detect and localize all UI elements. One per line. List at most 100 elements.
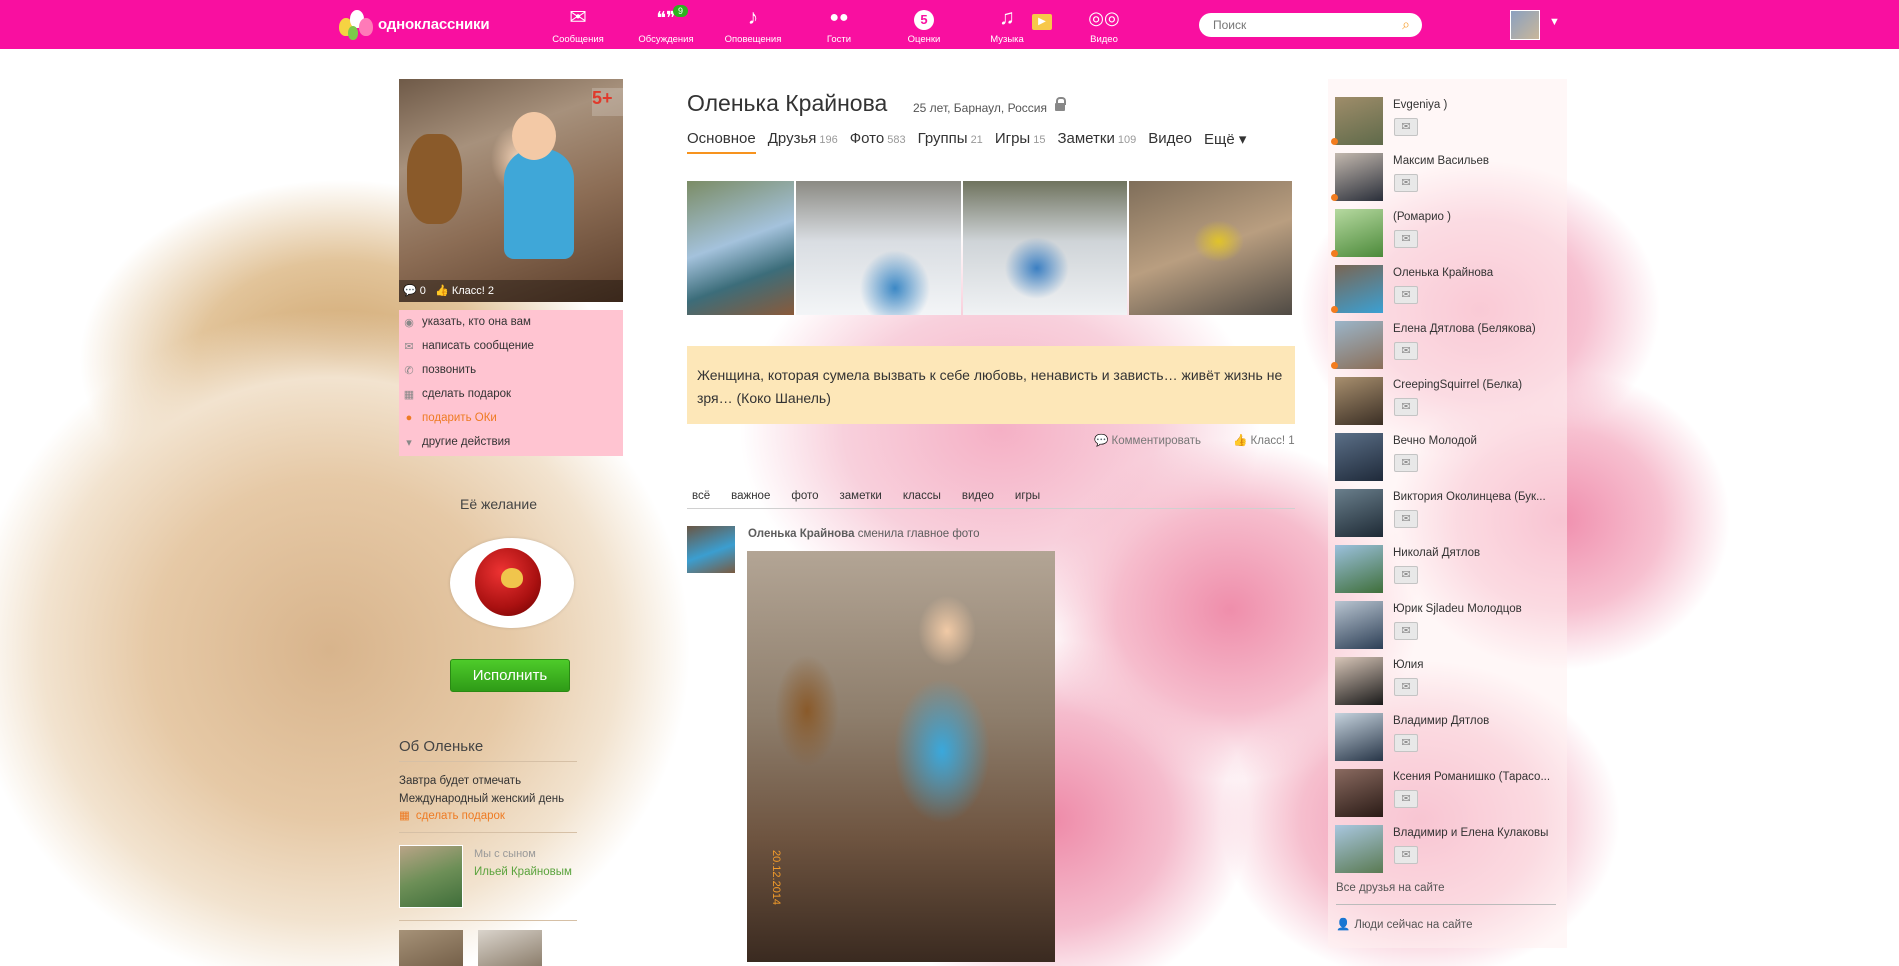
- filter-important[interactable]: важное: [731, 490, 770, 502]
- envelope-icon[interactable]: ✉: [1394, 790, 1418, 808]
- friend-name[interactable]: (Ромарио ): [1393, 211, 1563, 223]
- nav-discussions[interactable]: ❝❞ 9 Обсуждения: [631, 5, 701, 46]
- tab-more[interactable]: Ещё ▾: [1204, 130, 1246, 154]
- friend-item[interactable]: Юрик Sjladeu Молодцов ✉: [1328, 601, 1567, 657]
- envelope-icon[interactable]: ✉: [1394, 454, 1418, 472]
- envelope-icon[interactable]: ✉: [1394, 286, 1418, 304]
- friend-avatar[interactable]: [1335, 321, 1383, 369]
- filter-notes[interactable]: заметки: [840, 490, 882, 502]
- tab-photos[interactable]: Фото 583: [850, 130, 906, 154]
- friend-name[interactable]: Елена Дятлова (Белякова): [1393, 323, 1563, 335]
- friend-item[interactable]: CreepingSquirrel (Белка) ✉: [1328, 377, 1567, 433]
- people-online-link[interactable]: 👤 Люди сейчас на сайте: [1336, 917, 1473, 931]
- friend-avatar[interactable]: [1335, 97, 1383, 145]
- nav-notifications[interactable]: ♪ Оповещения: [718, 6, 788, 46]
- friend-avatar[interactable]: [1335, 769, 1383, 817]
- friend-avatar[interactable]: [1335, 545, 1383, 593]
- status-class-link[interactable]: 👍 Класс! 1: [1233, 433, 1295, 447]
- envelope-icon[interactable]: ✉: [1394, 174, 1418, 192]
- friend-name[interactable]: Юрик Sjladeu Молодцов: [1393, 603, 1563, 615]
- action-specify-relation[interactable]: ◉ указать, кто она вам: [399, 310, 623, 334]
- relative-photo[interactable]: [399, 930, 463, 966]
- friend-name[interactable]: Владимир Дятлов: [1393, 715, 1563, 727]
- friend-item[interactable]: Вечно Молодой ✉: [1328, 433, 1567, 489]
- friend-name[interactable]: Максим Васильев: [1393, 155, 1563, 167]
- nav-video[interactable]: ◎◎ Видео: [1069, 6, 1139, 46]
- action-other[interactable]: ▾ другие действия: [399, 430, 623, 454]
- friend-item[interactable]: Владимир Дятлов ✉: [1328, 713, 1567, 769]
- wish-bubble[interactable]: [450, 538, 574, 628]
- friend-item[interactable]: Елена Дятлова (Белякова) ✉: [1328, 321, 1567, 377]
- envelope-icon[interactable]: ✉: [1394, 342, 1418, 360]
- photo-comments-count[interactable]: 0: [420, 285, 426, 297]
- about-gift-link[interactable]: ▦ сделать подарок: [399, 808, 505, 822]
- filter-classes[interactable]: классы: [903, 490, 941, 502]
- envelope-icon[interactable]: ✉: [1394, 734, 1418, 752]
- friend-avatar[interactable]: [1335, 153, 1383, 201]
- friend-avatar[interactable]: [1335, 377, 1383, 425]
- tab-groups[interactable]: Группы 21: [918, 130, 983, 154]
- friend-avatar[interactable]: [1335, 489, 1383, 537]
- search-input[interactable]: [1213, 13, 1393, 37]
- nav-guests[interactable]: ●● Гости: [804, 6, 874, 46]
- friend-item[interactable]: Ксения Романишко (Тарасо... ✉: [1328, 769, 1567, 825]
- action-call[interactable]: ✆ позвонить: [399, 358, 623, 382]
- tab-main[interactable]: Основное: [687, 130, 756, 154]
- friend-name[interactable]: CreepingSquirrel (Белка): [1393, 379, 1563, 391]
- friend-item[interactable]: (Ромарио ) ✉: [1328, 209, 1567, 265]
- friend-avatar[interactable]: [1335, 713, 1383, 761]
- feed-author-link[interactable]: Оленька Крайнова: [748, 528, 855, 540]
- friend-item[interactable]: Виктория Околинцева (Бук... ✉: [1328, 489, 1567, 545]
- envelope-icon[interactable]: ✉: [1394, 510, 1418, 528]
- feed-author-avatar[interactable]: [687, 526, 735, 573]
- my-avatar[interactable]: [1510, 10, 1540, 40]
- status-comment-link[interactable]: 💬 Комментировать: [1094, 433, 1201, 447]
- envelope-icon[interactable]: ✉: [1394, 846, 1418, 864]
- filter-games[interactable]: игры: [1015, 490, 1040, 502]
- friend-avatar[interactable]: [1335, 601, 1383, 649]
- fulfill-wish-button[interactable]: Исполнить: [450, 659, 570, 692]
- friend-item[interactable]: Владимир и Елена Кулаковы ✉: [1328, 825, 1567, 881]
- action-make-gift[interactable]: ▦ сделать подарок: [399, 382, 623, 406]
- profile-photo[interactable]: 💬 0 👍 Класс! 2: [399, 79, 623, 302]
- relative-photo[interactable]: [399, 845, 463, 908]
- tab-video[interactable]: Видео: [1148, 130, 1192, 154]
- friend-item[interactable]: Оленька Крайнова ✉: [1328, 265, 1567, 321]
- friend-avatar[interactable]: [1335, 825, 1383, 873]
- friend-name[interactable]: Вечно Молодой: [1393, 435, 1563, 447]
- friend-name[interactable]: Оленька Крайнова: [1393, 267, 1563, 279]
- envelope-icon[interactable]: ✉: [1394, 622, 1418, 640]
- search-icon[interactable]: ⌕: [1402, 16, 1410, 33]
- friend-avatar[interactable]: [1335, 265, 1383, 313]
- action-write-message[interactable]: ✉ написать сообщение: [399, 334, 623, 358]
- friend-avatar[interactable]: [1335, 433, 1383, 481]
- envelope-icon[interactable]: ✉: [1394, 230, 1418, 248]
- friend-name[interactable]: Evgeniya ): [1393, 99, 1563, 111]
- friend-name[interactable]: Николай Дятлов: [1393, 547, 1563, 559]
- photo-thumbnail[interactable]: [687, 181, 794, 315]
- friend-name[interactable]: Виктория Околинцева (Бук...: [1393, 491, 1563, 503]
- photo-thumbnail[interactable]: [963, 181, 1127, 315]
- tab-notes[interactable]: Заметки 109: [1057, 130, 1136, 154]
- logo[interactable]: одноклассники: [336, 4, 490, 44]
- friend-name[interactable]: Владимир и Елена Кулаковы: [1393, 827, 1563, 839]
- filter-photo[interactable]: фото: [791, 490, 818, 502]
- friend-item[interactable]: Николай Дятлов ✉: [1328, 545, 1567, 601]
- friend-name[interactable]: Ксения Романишко (Тарасо...: [1393, 771, 1563, 783]
- tab-friends[interactable]: Друзья 196: [768, 130, 838, 154]
- music-player-icon[interactable]: ▶: [1032, 14, 1052, 30]
- photo-thumbnail[interactable]: [795, 181, 962, 315]
- action-give-ok[interactable]: ● подарить ОКи: [399, 406, 623, 430]
- nav-messages[interactable]: ✉ Сообщения: [543, 6, 613, 46]
- all-friends-online-link[interactable]: Все друзья на сайте: [1336, 882, 1444, 894]
- chevron-down-icon[interactable]: ▼: [1549, 16, 1560, 28]
- envelope-icon[interactable]: ✉: [1394, 566, 1418, 584]
- filter-video[interactable]: видео: [962, 490, 994, 502]
- envelope-icon[interactable]: ✉: [1394, 398, 1418, 416]
- envelope-icon[interactable]: ✉: [1394, 678, 1418, 696]
- tab-games[interactable]: Игры 15: [995, 130, 1046, 154]
- friend-name[interactable]: Юлия: [1393, 659, 1563, 671]
- photo-class-count[interactable]: Класс! 2: [452, 285, 494, 297]
- nav-ratings[interactable]: 5 Оценки: [889, 6, 959, 46]
- friend-item[interactable]: Evgeniya ) ✉: [1328, 97, 1567, 153]
